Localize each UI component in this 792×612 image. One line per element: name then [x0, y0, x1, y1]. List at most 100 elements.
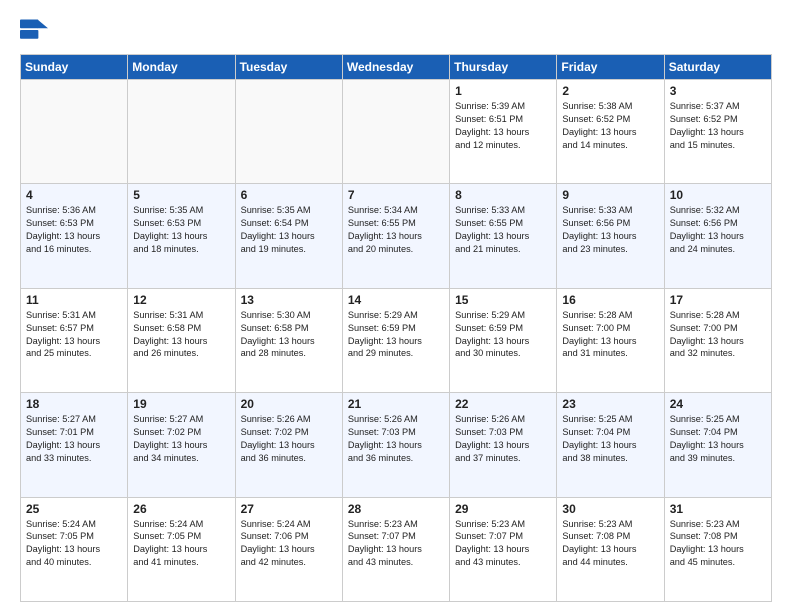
calendar-cell: 31Sunrise: 5:23 AM Sunset: 7:08 PM Dayli…	[664, 497, 771, 601]
calendar-week-row: 11Sunrise: 5:31 AM Sunset: 6:57 PM Dayli…	[21, 288, 772, 392]
calendar-cell: 24 Sunrise: 5:25 AM Sunset: 7:04 PM Dayli…	[664, 393, 771, 497]
cell-content: Sunrise: 5:23 AM Sunset: 7:08 PM Dayligh…	[562, 518, 658, 570]
day-number: 12	[133, 293, 229, 307]
calendar-cell: 1 Sunrise: 5:39 AM Sunset: 6:51 PM Daylig…	[450, 80, 557, 184]
day-number: 23	[562, 397, 658, 411]
calendar-cell: 16 Sunrise: 5:28 AM Sunset: 7:00 PM Dayli…	[557, 288, 664, 392]
cell-content: Sunrise: 5:34 AM Sunset: 6:55 PM Dayligh…	[348, 204, 444, 256]
day-of-week-header: Thursday	[450, 55, 557, 80]
cell-content: Sunrise: 5:25 AM Sunset: 7:04 PM Dayligh…	[670, 413, 766, 465]
cell-content: Sunrise: 5:28 AM Sunset: 7:00 PM Dayligh…	[562, 309, 658, 361]
day-number: 26	[133, 502, 229, 516]
calendar-cell: 5 Sunrise: 5:35 AM Sunset: 6:53 PM Daylig…	[128, 184, 235, 288]
calendar-cell	[342, 80, 449, 184]
page: SundayMondayTuesdayWednesdayThursdayFrid…	[0, 0, 792, 612]
day-number: 22	[455, 397, 551, 411]
calendar-cell: 18 Sunrise: 5:27 AM Sunset: 7:01 PM Dayli…	[21, 393, 128, 497]
calendar-cell: 12 Sunrise: 5:31 AM Sunset: 6:58 PM Dayli…	[128, 288, 235, 392]
calendar-cell	[235, 80, 342, 184]
cell-content: Sunrise: 5:23 AM Sunset: 7:07 PM Dayligh…	[455, 518, 551, 570]
day-number: 5	[133, 188, 229, 202]
calendar-cell: 3Sunrise: 5:37 AM Sunset: 6:52 PM Daylig…	[664, 80, 771, 184]
day-number: 7	[348, 188, 444, 202]
day-number: 18	[26, 397, 122, 411]
calendar-cell: 13Sunrise: 5:30 AM Sunset: 6:58 PM Dayli…	[235, 288, 342, 392]
calendar-cell: 7 Sunrise: 5:34 AM Sunset: 6:55 PM Daylig…	[342, 184, 449, 288]
calendar-week-row: 18 Sunrise: 5:27 AM Sunset: 7:01 PM Dayli…	[21, 393, 772, 497]
cell-content: Sunrise: 5:26 AM Sunset: 7:03 PM Dayligh…	[455, 413, 551, 465]
calendar-cell: 14 Sunrise: 5:29 AM Sunset: 6:59 PM Dayli…	[342, 288, 449, 392]
calendar-cell: 6 Sunrise: 5:35 AM Sunset: 6:54 PM Daylig…	[235, 184, 342, 288]
cell-content: Sunrise: 5:33 AM Sunset: 6:56 PM Dayligh…	[562, 204, 658, 256]
calendar-cell: 15 Sunrise: 5:29 AM Sunset: 6:59 PM Dayli…	[450, 288, 557, 392]
day-number: 1	[455, 84, 551, 98]
cell-content: Sunrise: 5:27 AM Sunset: 7:02 PM Dayligh…	[133, 413, 229, 465]
cell-content: Sunrise: 5:24 AM Sunset: 7:06 PM Dayligh…	[241, 518, 337, 570]
day-of-week-header: Saturday	[664, 55, 771, 80]
calendar-cell: 20Sunrise: 5:26 AM Sunset: 7:02 PM Dayli…	[235, 393, 342, 497]
calendar-cell: 19 Sunrise: 5:27 AM Sunset: 7:02 PM Dayli…	[128, 393, 235, 497]
day-number: 28	[348, 502, 444, 516]
calendar-cell: 4 Sunrise: 5:36 AM Sunset: 6:53 PM Daylig…	[21, 184, 128, 288]
calendar-cell: 21 Sunrise: 5:26 AM Sunset: 7:03 PM Dayli…	[342, 393, 449, 497]
cell-content: Sunrise: 5:33 AM Sunset: 6:55 PM Dayligh…	[455, 204, 551, 256]
calendar-cell: 30Sunrise: 5:23 AM Sunset: 7:08 PM Dayli…	[557, 497, 664, 601]
calendar-header-row: SundayMondayTuesdayWednesdayThursdayFrid…	[21, 55, 772, 80]
calendar-cell: 8 Sunrise: 5:33 AM Sunset: 6:55 PM Daylig…	[450, 184, 557, 288]
day-of-week-header: Wednesday	[342, 55, 449, 80]
logo	[20, 16, 52, 44]
cell-content: Sunrise: 5:26 AM Sunset: 7:03 PM Dayligh…	[348, 413, 444, 465]
day-number: 9	[562, 188, 658, 202]
day-number: 27	[241, 502, 337, 516]
day-number: 4	[26, 188, 122, 202]
calendar-cell: 25 Sunrise: 5:24 AM Sunset: 7:05 PM Dayli…	[21, 497, 128, 601]
day-number: 31	[670, 502, 766, 516]
calendar-cell: 11Sunrise: 5:31 AM Sunset: 6:57 PM Dayli…	[21, 288, 128, 392]
calendar-cell: 9 Sunrise: 5:33 AM Sunset: 6:56 PM Daylig…	[557, 184, 664, 288]
cell-content: Sunrise: 5:29 AM Sunset: 6:59 PM Dayligh…	[455, 309, 551, 361]
cell-content: Sunrise: 5:35 AM Sunset: 6:54 PM Dayligh…	[241, 204, 337, 256]
cell-content: Sunrise: 5:36 AM Sunset: 6:53 PM Dayligh…	[26, 204, 122, 256]
cell-content: Sunrise: 5:29 AM Sunset: 6:59 PM Dayligh…	[348, 309, 444, 361]
day-of-week-header: Friday	[557, 55, 664, 80]
day-number: 19	[133, 397, 229, 411]
cell-content: Sunrise: 5:31 AM Sunset: 6:57 PM Dayligh…	[26, 309, 122, 361]
calendar-cell: 29Sunrise: 5:23 AM Sunset: 7:07 PM Dayli…	[450, 497, 557, 601]
day-of-week-header: Monday	[128, 55, 235, 80]
cell-content: Sunrise: 5:32 AM Sunset: 6:56 PM Dayligh…	[670, 204, 766, 256]
calendar-cell: 28Sunrise: 5:23 AM Sunset: 7:07 PM Dayli…	[342, 497, 449, 601]
day-number: 17	[670, 293, 766, 307]
day-number: 24	[670, 397, 766, 411]
calendar-cell: 26Sunrise: 5:24 AM Sunset: 7:05 PM Dayli…	[128, 497, 235, 601]
day-number: 8	[455, 188, 551, 202]
cell-content: Sunrise: 5:27 AM Sunset: 7:01 PM Dayligh…	[26, 413, 122, 465]
calendar-cell	[21, 80, 128, 184]
cell-content: Sunrise: 5:39 AM Sunset: 6:51 PM Dayligh…	[455, 100, 551, 152]
day-number: 6	[241, 188, 337, 202]
calendar-week-row: 4 Sunrise: 5:36 AM Sunset: 6:53 PM Daylig…	[21, 184, 772, 288]
calendar-week-row: 25 Sunrise: 5:24 AM Sunset: 7:05 PM Dayli…	[21, 497, 772, 601]
day-number: 10	[670, 188, 766, 202]
cell-content: Sunrise: 5:35 AM Sunset: 6:53 PM Dayligh…	[133, 204, 229, 256]
cell-content: Sunrise: 5:30 AM Sunset: 6:58 PM Dayligh…	[241, 309, 337, 361]
day-number: 25	[26, 502, 122, 516]
calendar-cell: 22 Sunrise: 5:26 AM Sunset: 7:03 PM Dayli…	[450, 393, 557, 497]
cell-content: Sunrise: 5:24 AM Sunset: 7:05 PM Dayligh…	[26, 518, 122, 570]
cell-content: Sunrise: 5:26 AM Sunset: 7:02 PM Dayligh…	[241, 413, 337, 465]
day-number: 21	[348, 397, 444, 411]
day-number: 2	[562, 84, 658, 98]
day-number: 14	[348, 293, 444, 307]
calendar-cell: 2 Sunrise: 5:38 AM Sunset: 6:52 PM Daylig…	[557, 80, 664, 184]
day-number: 15	[455, 293, 551, 307]
calendar-cell	[128, 80, 235, 184]
cell-content: Sunrise: 5:31 AM Sunset: 6:58 PM Dayligh…	[133, 309, 229, 361]
day-of-week-header: Tuesday	[235, 55, 342, 80]
cell-content: Sunrise: 5:38 AM Sunset: 6:52 PM Dayligh…	[562, 100, 658, 152]
header	[20, 16, 772, 44]
calendar-cell: 17 Sunrise: 5:28 AM Sunset: 7:00 PM Dayli…	[664, 288, 771, 392]
cell-content: Sunrise: 5:25 AM Sunset: 7:04 PM Dayligh…	[562, 413, 658, 465]
cell-content: Sunrise: 5:28 AM Sunset: 7:00 PM Dayligh…	[670, 309, 766, 361]
calendar-cell: 23 Sunrise: 5:25 AM Sunset: 7:04 PM Dayli…	[557, 393, 664, 497]
day-number: 16	[562, 293, 658, 307]
day-number: 3	[670, 84, 766, 98]
